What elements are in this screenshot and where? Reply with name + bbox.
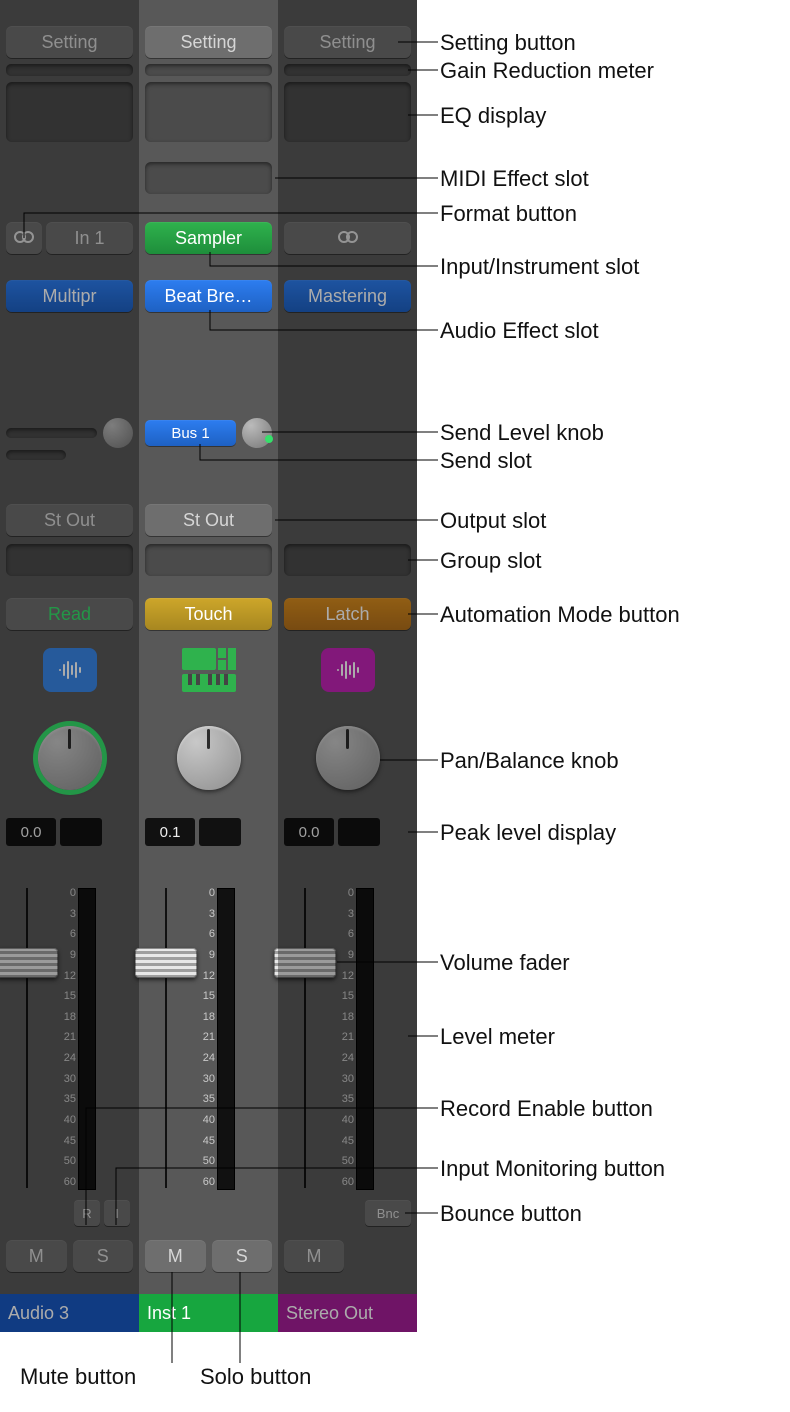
waveform-icon [335, 659, 361, 681]
callout: Format button [440, 201, 577, 227]
fader-area: 03691215182124303540455060 [6, 888, 133, 1188]
callout: Group slot [440, 548, 542, 574]
channel-strip-inst1: Setting Sampler Beat Bre… Bus 1 St Out T… [139, 0, 278, 1332]
automation-mode-button[interactable]: Latch [284, 598, 411, 630]
gain-reduction-meter [6, 64, 133, 76]
group-slot[interactable] [284, 544, 411, 576]
input-slot[interactable]: In 1 [46, 222, 133, 254]
callout-mute: Mute button [20, 1364, 136, 1390]
audio-effect-slot[interactable]: Beat Bre… [145, 280, 272, 312]
fader-scale: 03691215182124303540455060 [50, 888, 76, 1188]
mute-button[interactable]: M [6, 1240, 67, 1272]
send-level-knob[interactable] [242, 418, 272, 448]
waveform-icon [57, 659, 83, 681]
callout: Gain Reduction meter [440, 58, 654, 84]
output-slot[interactable]: St Out [6, 504, 133, 536]
callout: Send slot [440, 448, 532, 474]
bounce-button[interactable]: Bnc [365, 1200, 411, 1226]
callout: Record Enable button [440, 1096, 653, 1122]
pan-knob[interactable] [38, 726, 102, 790]
peak-level-display: 0.1 [145, 818, 195, 846]
callout: Setting button [440, 30, 576, 56]
root: Setting In 1 Multipr St Out Read 0.0 036… [0, 0, 790, 1412]
level-meter [217, 888, 235, 1190]
gain-reduction-meter [284, 64, 411, 76]
track-name[interactable]: Audio 3 [0, 1294, 139, 1332]
track-type-icon[interactable] [321, 648, 375, 692]
group-slot[interactable] [145, 544, 272, 576]
automation-mode-button[interactable]: Read [6, 598, 133, 630]
group-slot[interactable] [6, 544, 133, 576]
callout: Automation Mode button [440, 602, 680, 628]
callout: Peak level display [440, 820, 616, 846]
setting-button[interactable]: Setting [284, 26, 411, 58]
volume-fader[interactable] [284, 888, 326, 1188]
channel-strip-audio3: Setting In 1 Multipr St Out Read 0.0 036… [0, 0, 139, 1332]
peak-level-display: 0.0 [284, 818, 334, 846]
peak-meter [338, 818, 380, 846]
peak-meter [60, 818, 102, 846]
audio-effect-slot[interactable]: Mastering [284, 280, 411, 312]
pan-knob[interactable] [177, 726, 241, 790]
callout: Pan/Balance knob [440, 748, 619, 774]
gain-reduction-meter [145, 64, 272, 76]
mixer-panel: Setting In 1 Multipr St Out Read 0.0 036… [0, 0, 417, 1332]
peak-level-display: 0.0 [6, 818, 56, 846]
callout: Level meter [440, 1024, 555, 1050]
region-icon [182, 648, 236, 670]
fader-area: 03691215182124303540455060 [145, 888, 272, 1188]
track-name[interactable]: Stereo Out [278, 1294, 417, 1332]
send-slot-2[interactable] [6, 450, 66, 460]
eq-display[interactable] [6, 82, 133, 142]
record-enable-row: R I [74, 1200, 130, 1226]
format-button[interactable] [6, 222, 42, 254]
fader-area: 03691215182124303540455060 [284, 888, 411, 1188]
output-slot[interactable]: St Out [145, 504, 272, 536]
callout: Input Monitoring button [440, 1156, 665, 1182]
volume-fader[interactable] [6, 888, 48, 1188]
fader-scale: 03691215182124303540455060 [189, 888, 215, 1188]
stereo-icon [13, 228, 35, 249]
fader-scale: 03691215182124303540455060 [328, 888, 354, 1188]
setting-button[interactable]: Setting [6, 26, 133, 58]
mute-button[interactable]: M [284, 1240, 344, 1272]
eq-display[interactable] [284, 82, 411, 142]
eq-display[interactable] [145, 82, 272, 142]
automation-mode-button[interactable]: Touch [145, 598, 272, 630]
callout: Bounce button [440, 1201, 582, 1227]
pan-knob[interactable] [316, 726, 380, 790]
callout: Send Level knob [440, 420, 604, 446]
callout: Volume fader [440, 950, 570, 976]
callout-solo: Solo button [200, 1364, 311, 1390]
peak-meter [199, 818, 241, 846]
audio-effect-slot[interactable]: Multipr [6, 280, 133, 312]
solo-button[interactable]: S [73, 1240, 134, 1272]
keyboard-icon [182, 674, 236, 692]
stereo-icon [337, 228, 359, 249]
track-name[interactable]: Inst 1 [139, 1294, 278, 1332]
callout: Output slot [440, 508, 546, 534]
callout: Audio Effect slot [440, 318, 599, 344]
callout: EQ display [440, 103, 546, 129]
send-level-knob[interactable] [103, 418, 133, 448]
level-meter [78, 888, 96, 1190]
track-type-icon[interactable] [145, 648, 272, 692]
send-slot[interactable] [6, 428, 97, 438]
instrument-slot[interactable]: Sampler [145, 222, 272, 254]
midi-effect-slot[interactable] [145, 162, 272, 194]
setting-button[interactable]: Setting [145, 26, 272, 58]
channel-strip-stereo-out: Setting Mastering Latch 0.0 036912151821… [278, 0, 417, 1332]
format-button[interactable] [284, 222, 411, 254]
callout: Input/Instrument slot [440, 254, 639, 280]
solo-button[interactable]: S [212, 1240, 273, 1272]
track-type-icon[interactable] [43, 648, 97, 692]
level-meter [356, 888, 374, 1190]
send-slot[interactable]: Bus 1 [145, 420, 236, 446]
callout: MIDI Effect slot [440, 166, 589, 192]
record-enable-button[interactable]: R [74, 1200, 100, 1226]
mute-button[interactable]: M [145, 1240, 206, 1272]
input-monitoring-button[interactable]: I [104, 1200, 130, 1226]
volume-fader[interactable] [145, 888, 187, 1188]
